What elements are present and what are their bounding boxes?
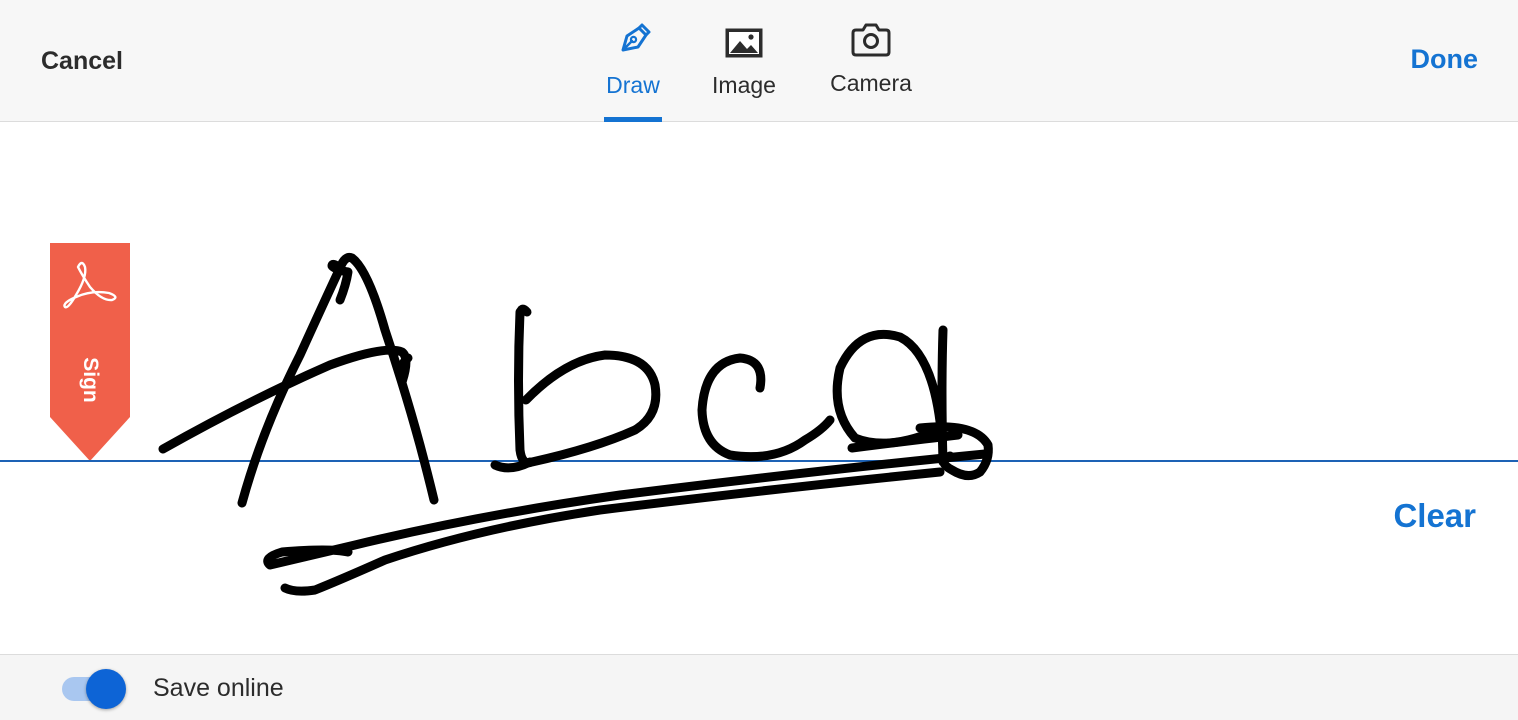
pen-icon — [613, 14, 653, 60]
done-button[interactable]: Done — [1411, 44, 1479, 75]
tab-camera-label: Camera — [830, 70, 912, 96]
signature-canvas[interactable] — [0, 123, 1518, 654]
cancel-button[interactable]: Cancel — [41, 47, 123, 76]
tab-draw-label: Draw — [606, 72, 660, 98]
top-bar: Cancel Draw Image Camera Done — [0, 0, 1518, 122]
sign-flag-label: Sign — [79, 357, 102, 403]
active-tab-indicator — [604, 117, 662, 122]
bottom-bar: Save online — [0, 654, 1518, 720]
tab-camera[interactable]: Camera — [826, 12, 916, 120]
tab-image-label: Image — [712, 72, 776, 98]
sign-flag-label-wrap: Sign — [50, 350, 130, 410]
clear-button[interactable]: Clear — [1393, 497, 1476, 535]
tab-image[interactable]: Image — [708, 14, 780, 122]
toggle-knob — [86, 669, 126, 709]
camera-icon — [850, 12, 892, 58]
save-online-toggle[interactable] — [62, 669, 128, 709]
tab-draw[interactable]: Draw — [604, 14, 662, 122]
save-online-label: Save online — [153, 674, 284, 702]
signature-baseline — [0, 460, 1518, 462]
image-icon — [724, 14, 764, 60]
